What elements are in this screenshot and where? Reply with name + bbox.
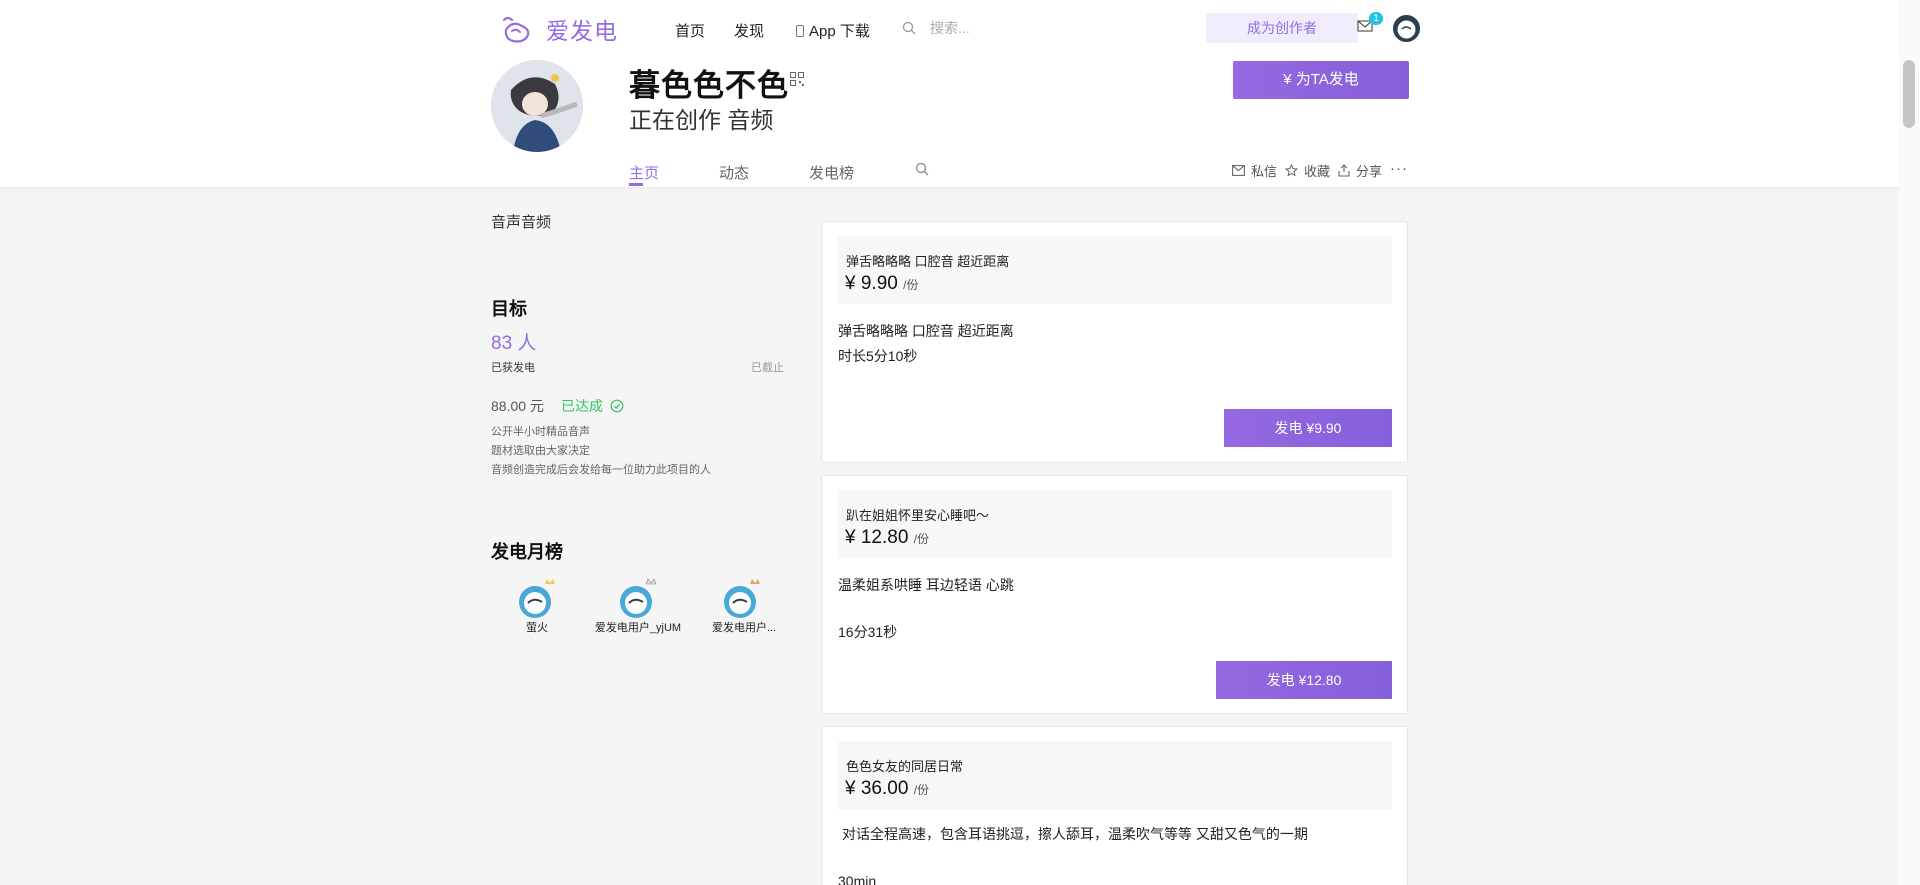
mail-icon [1232,165,1245,176]
goal-supporter-count: 83 人 [491,333,537,354]
goal-desc-line: 公开半小时精品音声 [491,426,590,438]
logo-icon [502,16,530,43]
reward-price-value: ¥ 36.00 [845,778,909,799]
scrollbar-track[interactable] [1899,0,1920,885]
reward-price: ¥ 36.00 /份 [845,778,929,800]
message-button[interactable]: 私信 [1232,161,1277,180]
rank-user[interactable]: 爱发电用户_yjUM [583,578,693,635]
reward-price-unit: /份 [913,783,930,797]
reward-header: 趴在姐姐怀里安心睡吧～ ¥ 12.80 /份 [838,490,1392,558]
reward-desc-line: 弹舌略略略 口腔音 超近距离 [838,323,1014,339]
nav-home[interactable]: 首页 [675,20,705,41]
rank-user[interactable]: 萤火 [482,578,592,635]
tab-home[interactable]: 主页 [629,162,659,183]
user-avatar[interactable] [1393,15,1420,42]
tab-sponsors[interactable]: 发电榜 [809,162,854,183]
reward-description: 温柔姐系哄睡 耳边轻语 心跳 16分31秒 [838,573,1014,645]
reward-desc-line: 30min [838,873,877,885]
support-creator-button[interactable]: ¥ 为TA发电 [1233,61,1409,99]
share-label: 分享 [1356,164,1383,179]
active-tab-indicator [629,183,643,186]
creator-name: 暮色色不色 [629,68,789,103]
reward-desc-line: 时长5分10秒 [838,348,918,364]
rank-avatar [618,578,658,618]
goal-description: 公开半小时精品音声 题材选取由大家决定 音频创造完成后会发给每一位助力此项目的人 [491,423,711,480]
logo[interactable]: 爱发电 [500,12,618,46]
reward-support-button[interactable]: 发电 ¥9.90 [1224,409,1392,447]
nav-search[interactable] [902,18,1102,38]
reward-support-button[interactable]: 发电 ¥12.80 [1216,661,1392,699]
rank-avatar [517,578,557,618]
check-circle-icon [610,399,624,413]
reward-price-value: ¥ 9.90 [845,273,898,294]
goal-desc-line: 音频创造完成后会发给每一位助力此项目的人 [491,464,711,476]
goal-status: 已截止 [751,362,784,374]
nav-app-download[interactable]: App 下载 [796,20,870,41]
rank-user[interactable]: 爱发电用户... [690,578,800,635]
goal-achieved-label: 已达成 [561,398,603,414]
favorite-label: 收藏 [1304,164,1331,179]
reward-title: 色色女友的同居日常 [846,759,964,774]
reward-header: 弹舌略略略 口腔音 超近距离 ¥ 9.90 /份 [838,236,1392,304]
reward-price-value: ¥ 12.80 [845,527,909,548]
mail-badge: 1 [1369,12,1383,25]
reward-price-unit: /份 [913,532,930,546]
top-nav: 爱发电 首页 发现 App 下载 成为创作者 1 [0,0,1899,56]
monthly-rank-heading: 发电月榜 [491,542,563,562]
search-icon [902,21,916,35]
nav-app-download-label: App 下载 [809,23,870,40]
goal-amount: 88.00 元 [491,398,544,414]
share-button[interactable]: 分享 [1338,161,1382,180]
reward-header: 色色女友的同居日常 ¥ 36.00 /份 [838,741,1392,809]
nav-discover[interactable]: 发现 [734,20,764,41]
goal-desc-line: 题材选取由大家决定 [491,445,590,457]
creator-avatar [491,60,583,152]
reward-desc-line: 16分31秒 [838,624,898,640]
profile-header: 爱发电 首页 发现 App 下载 成为创作者 1 暮色色不色 正在创作 音频 ¥… [0,0,1899,187]
reward-card: 弹舌略略略 口腔音 超近距离 ¥ 9.90 /份 弹舌略略略 口腔音 超近距离 … [821,221,1408,463]
profile-actions: 私信 收藏 分享 ··· [1232,160,1416,180]
goal-count-label: 已获发电 [491,362,535,374]
become-creator-button[interactable]: 成为创作者 [1206,13,1358,43]
goal-heading: 目标 [491,299,527,319]
star-icon [1285,164,1299,177]
crown-icon [750,579,760,584]
reward-card: 趴在姐姐怀里安心睡吧～ ¥ 12.80 /份 温柔姐系哄睡 耳边轻语 心跳 16… [821,475,1408,714]
reward-title: 趴在姐姐怀里安心睡吧～ [846,508,990,523]
more-icon[interactable]: ··· [1390,160,1408,177]
favorite-button[interactable]: 收藏 [1285,161,1330,180]
search-icon[interactable] [915,162,929,176]
creator-subtitle: 正在创作 音频 [629,107,774,133]
reward-card: 色色女友的同居日常 ¥ 36.00 /份 对话全程高速，包含耳语挑逗，擦人舔耳，… [821,726,1408,885]
scrollbar-thumb[interactable] [1903,60,1915,128]
crown-icon [645,578,657,585]
reward-price-unit: /份 [903,278,919,292]
tab-activity[interactable]: 动态 [719,162,749,183]
reward-desc-line: 温柔姐系哄睡 耳边轻语 心跳 [838,577,1014,593]
rank-username: 爱发电用户_yjUM [594,622,682,634]
creator-category: 音声音频 [491,214,552,231]
reward-title: 弹舌略略略 口腔音 超近距离 [846,254,1010,269]
reward-description: 弹舌略略略 口腔音 超近距离 时长5分10秒 [838,319,1014,369]
rank-username: 萤火 [526,622,548,634]
qr-code-icon[interactable] [790,72,804,86]
message-label: 私信 [1251,164,1278,179]
search-input[interactable] [930,20,1090,36]
share-icon [1338,164,1350,177]
reward-price: ¥ 9.90 /份 [845,273,918,295]
phone-icon [796,25,804,37]
reward-price: ¥ 12.80 /份 [845,527,929,549]
reward-desc-line: 对话全程高速，包含耳语挑逗，擦人舔耳，温柔吹气等等 又甜又色气的一期 [842,826,1308,842]
rank-avatar [722,578,762,618]
logo-text: 爱发电 [546,18,618,44]
rank-username: 爱发电用户... [712,622,777,634]
crown-icon [545,579,555,584]
reward-description: 对话全程高速，包含耳语挑逗，擦人舔耳，温柔吹气等等 又甜又色气的一期 30min [838,822,1308,885]
goal-achieved: 已达成 [561,396,624,416]
